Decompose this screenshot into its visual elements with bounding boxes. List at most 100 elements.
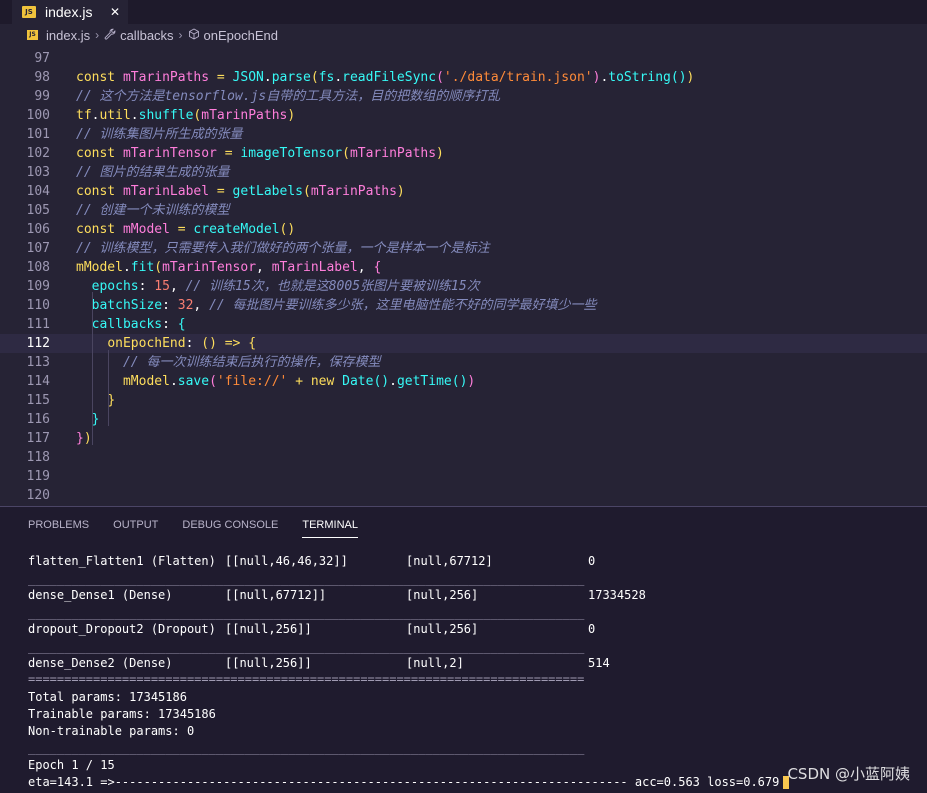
line-number: 111 xyxy=(26,317,50,332)
code-line[interactable]: 99 // 这个方法是tensorflow.js自带的工具方法，目的把数组的顺序打… xyxy=(0,87,927,106)
separator-line: ________________________________________… xyxy=(28,572,585,586)
code-token: { xyxy=(177,317,186,332)
code-token: . xyxy=(169,374,178,389)
code-text: const mTarinPaths = JSON.parse(fs.readFi… xyxy=(76,68,694,87)
code-token: mModel xyxy=(122,222,178,237)
code-token: const xyxy=(76,222,123,237)
code-line[interactable]: 119 xyxy=(0,467,927,486)
code-token: const xyxy=(76,184,123,199)
code-line[interactable]: 108 mModel.fit(mTarinTensor, mTarinLabel,… xyxy=(0,258,927,277)
epoch-status: Epoch 1 / 15 xyxy=(28,758,115,772)
code-token: mTarinPaths xyxy=(310,184,397,199)
line-number: 105 xyxy=(26,203,50,218)
layer-name: dense_Dense2 (Dense) xyxy=(28,656,173,670)
code-token: . xyxy=(122,260,131,275)
code-token: : xyxy=(185,336,202,351)
close-icon[interactable]: ✕ xyxy=(110,5,120,19)
layer-name: flatten_Flatten1 (Flatten) xyxy=(28,554,216,568)
line-number: 100 xyxy=(26,108,50,123)
code-text: const mTarinTensor = imageToTensor(mTari… xyxy=(76,144,444,163)
code-token: , xyxy=(193,298,210,313)
breadcrumb-onEpochEnd[interactable]: onEpochEnd xyxy=(204,28,278,43)
code-line[interactable]: 117}) xyxy=(0,429,927,448)
code-token: ) xyxy=(467,374,476,389)
code-line[interactable]: 114 mModel.save('file://' + new Date().g… xyxy=(0,372,927,391)
code-token: : xyxy=(162,298,178,313)
line-number: 115 xyxy=(26,393,50,408)
separator-line: ________________________________________… xyxy=(28,640,585,654)
layer-input-shape: [[null,67712]] xyxy=(225,588,327,602)
line-number: 101 xyxy=(26,127,50,142)
trainable-params: Trainable params: 17345186 xyxy=(28,707,216,721)
code-line[interactable]: 97 xyxy=(0,49,927,68)
code-line[interactable]: 102 const mTarinTensor = imageToTensor(mT… xyxy=(0,144,927,163)
tab-index-js[interactable]: JS index.js ✕ xyxy=(12,0,128,25)
code-line[interactable]: 106 const mModel = createModel() xyxy=(0,220,927,239)
code-token: () xyxy=(373,374,390,389)
code-token: getLabels xyxy=(232,184,303,199)
code-line[interactable]: 120 xyxy=(0,486,927,505)
indent-guide xyxy=(108,350,109,426)
code-token: . xyxy=(389,374,397,389)
code-token: // 图片的结果生成的张量 xyxy=(76,165,230,180)
code-token: () xyxy=(201,336,225,351)
code-text: tf.util.shuffle(mTarinPaths) xyxy=(76,106,295,125)
code-line[interactable]: 113 // 每一次训练结束后执行的操作，保存模型 xyxy=(0,353,927,372)
layer-output-shape: [null,67712] xyxy=(406,554,493,568)
code-token: callbacks xyxy=(91,317,163,332)
line-number: 109 xyxy=(26,279,50,294)
code-line[interactable]: 118 xyxy=(0,448,927,467)
code-text: }) xyxy=(76,429,92,448)
code-line[interactable]: 110 batchSize: 32, // 每批图片要训练多少张，这里电脑性能不… xyxy=(0,296,927,315)
code-token: // 这个方法是tensorflow.js自带的工具方法，目的把数组的顺序打乱 xyxy=(76,89,501,104)
code-line[interactable]: 103 // 图片的结果生成的张量 xyxy=(0,163,927,182)
code-token: mModel xyxy=(76,260,123,275)
code-token: = xyxy=(224,146,241,161)
code-line[interactable]: 104 const mTarinLabel = getLabels(mTarinP… xyxy=(0,182,927,201)
code-token: . xyxy=(263,70,272,85)
code-line[interactable]: 105 // 创建一个未训练的模型 xyxy=(0,201,927,220)
code-line[interactable]: 111 callbacks: { xyxy=(0,315,927,334)
code-token: . xyxy=(130,108,139,123)
code-text: } xyxy=(76,410,100,429)
code-token: 15 xyxy=(154,279,170,294)
code-line[interactable]: 100 tf.util.shuffle(mTarinPaths) xyxy=(0,106,927,125)
panel-tab-output[interactable]: OUTPUT xyxy=(113,517,158,537)
code-editor[interactable]: 97 98 const mTarinPaths = JSON.parse(fs.re… xyxy=(0,46,927,506)
breadcrumb-callbacks[interactable]: callbacks xyxy=(120,28,173,43)
line-number: 117 xyxy=(26,431,50,446)
code-line[interactable]: 116 } xyxy=(0,410,927,429)
line-number: 116 xyxy=(26,412,50,427)
non-trainable-params: Non-trainable params: 0 xyxy=(28,724,195,738)
code-token: parse xyxy=(271,70,311,85)
line-number: 103 xyxy=(26,165,50,180)
layer-name: dropout_Dropout2 (Dropout) xyxy=(28,622,216,636)
code-token: onEpochEnd xyxy=(107,336,186,351)
code-text: onEpochEnd: () => { xyxy=(76,334,256,353)
method-icon xyxy=(188,27,200,43)
code-line[interactable]: 109 epochs: 15, // 训练15次，也就是这8005张图片要被训练… xyxy=(0,277,927,296)
code-line[interactable]: 107 // 训练模型，只需要传入我们做好的两个张量，一个是样本一个是标注 xyxy=(0,239,927,258)
panel-tab-terminal[interactable]: TERMINAL xyxy=(302,517,358,538)
separator-line: ________________________________________… xyxy=(28,741,585,755)
code-line[interactable]: 112 onEpochEnd: () => { xyxy=(0,334,927,353)
code-line[interactable]: 115 } xyxy=(0,391,927,410)
code-token: mTarinPaths xyxy=(201,108,288,123)
line-number: 106 xyxy=(26,222,50,237)
code-token: { xyxy=(373,260,382,275)
code-line[interactable]: 101 // 训练集图片所生成的张量 xyxy=(0,125,927,144)
line-number: 107 xyxy=(26,241,50,256)
code-token: fit xyxy=(130,260,155,275)
code-line[interactable]: 98 const mTarinPaths = JSON.parse(fs.read… xyxy=(0,68,927,87)
layer-params: 0 xyxy=(588,622,596,636)
panel-tab-problems[interactable]: PROBLEMS xyxy=(28,517,89,537)
breadcrumb-file[interactable]: index.js xyxy=(46,28,90,43)
panel-tab-debug-console[interactable]: DEBUG CONSOLE xyxy=(182,517,278,537)
code-text: mModel.fit(mTarinTensor, mTarinLabel, { xyxy=(76,258,381,277)
line-number: 119 xyxy=(26,469,50,484)
code-token: mTarinTensor xyxy=(162,260,257,275)
code-token: // 训练15次，也就是这8005张图片要被训练15次 xyxy=(185,279,480,294)
code-token: const xyxy=(76,146,123,161)
